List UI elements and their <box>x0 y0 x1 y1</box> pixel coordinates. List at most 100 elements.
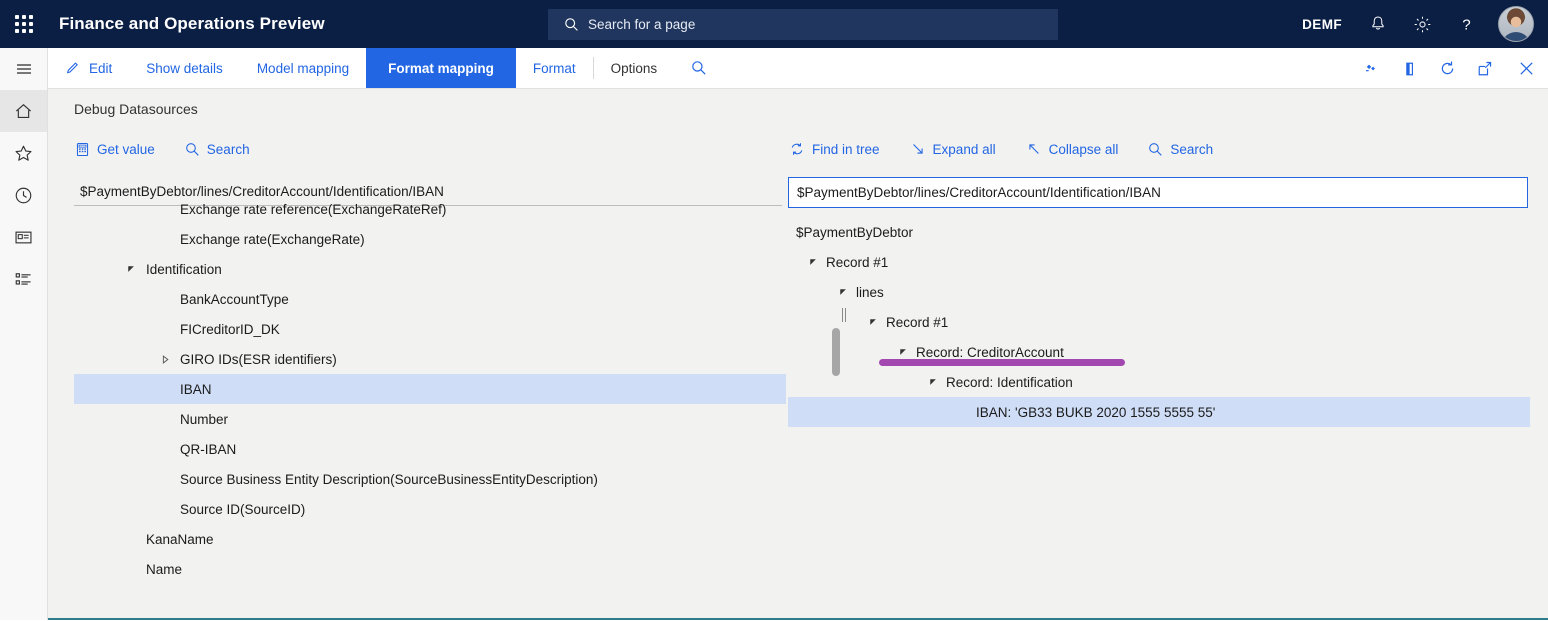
twisty-expanded-icon[interactable] <box>866 307 880 337</box>
sidebar-item-home[interactable] <box>0 90 47 132</box>
command-search-button[interactable] <box>674 48 724 88</box>
refresh-icon[interactable] <box>1428 48 1466 89</box>
datasources-search-button[interactable]: Search <box>185 142 250 157</box>
tree-node[interactable]: Source ID(SourceID) <box>74 494 786 524</box>
tree-node[interactable]: Record: Identification <box>788 367 1530 397</box>
search-icon <box>691 60 707 76</box>
debug-tree-search-button[interactable]: Search <box>1148 142 1213 157</box>
tree-node-label: Source ID(SourceID) <box>180 502 305 517</box>
open-in-office-icon[interactable] <box>1390 48 1428 89</box>
tree-node[interactable]: Source Business Entity Description(Sourc… <box>74 464 786 494</box>
sync-icon <box>789 141 805 157</box>
tree-node[interactable]: FICreditorID_DK <box>74 314 786 344</box>
tab-format[interactable]: Format <box>516 48 593 88</box>
format-mapping-label: Format mapping <box>388 61 494 76</box>
tree-node[interactable]: Exchange rate(ExchangeRate) <box>74 224 786 254</box>
debug-tree[interactable]: $PaymentByDebtor Record #1 lines Record #1 R… <box>788 217 1530 621</box>
tree-node-label: Record #1 <box>826 255 888 270</box>
sidebar-item-recent[interactable] <box>0 174 47 216</box>
tab-format-mapping[interactable]: Format mapping <box>366 48 516 88</box>
app-launcher-icon[interactable] <box>0 0 48 48</box>
twisty-expanded-icon[interactable] <box>836 277 850 307</box>
close-icon[interactable] <box>1504 48 1548 89</box>
sidebar-item-favorites[interactable] <box>0 132 47 174</box>
tab-model-mapping[interactable]: Model mapping <box>240 48 366 88</box>
user-avatar[interactable] <box>1498 6 1534 42</box>
debug-tree-pane: Find in tree Expand all <box>788 133 1536 620</box>
help-icon[interactable]: ? <box>1444 0 1488 48</box>
collapse-all-button[interactable]: Collapse all <box>1026 141 1119 157</box>
twisty-expanded-icon[interactable] <box>926 367 940 397</box>
edit-label: Edit <box>89 61 112 76</box>
tree-node-label: $PaymentByDebtor <box>796 225 913 240</box>
expand-all-button[interactable]: Expand all <box>910 141 996 157</box>
highlight-underline <box>879 359 1125 366</box>
pencil-icon <box>65 60 81 76</box>
search-icon <box>1148 142 1163 157</box>
tree-node-label: Number <box>180 412 228 427</box>
sidebar-item-navigation-menu[interactable] <box>0 48 47 90</box>
show-details-label: Show details <box>146 61 223 76</box>
format-label: Format <box>533 61 576 76</box>
tree-node-label: IBAN: 'GB33 BUKB 2020 1555 5555 55' <box>976 405 1215 420</box>
twisty-collapsed-icon[interactable] <box>158 344 172 374</box>
notifications-icon[interactable] <box>1356 0 1400 48</box>
options-button[interactable]: Options <box>594 48 675 88</box>
tree-node[interactable]: Name <box>74 554 786 584</box>
tree-node-label: IBAN <box>180 382 212 397</box>
get-value-label: Get value <box>97 142 155 157</box>
left-navigation-rail <box>0 48 48 620</box>
app-title: Finance and Operations Preview <box>59 14 325 34</box>
tree-node[interactable]: Record #1 <box>788 247 1530 277</box>
tree-node[interactable]: QR-IBAN <box>74 434 786 464</box>
list-icon <box>13 269 34 290</box>
sidebar-item-workspaces[interactable] <box>0 216 47 258</box>
datasources-toolbar: Get value Search <box>74 133 808 165</box>
sidebar-item-modules[interactable] <box>0 258 47 300</box>
tree-node[interactable]: Number <box>74 404 786 434</box>
show-details-button[interactable]: Show details <box>129 48 240 88</box>
personalize-icon[interactable] <box>1352 48 1390 89</box>
edit-button[interactable]: Edit <box>48 48 129 88</box>
twisty-expanded-icon[interactable] <box>806 247 820 277</box>
twisty-expanded-icon[interactable] <box>788 217 790 247</box>
tree-node-label: FICreditorID_DK <box>180 322 280 337</box>
datasources-tree[interactable]: Exchange rate reference(ExchangeRateRef)… <box>74 194 786 598</box>
tree-node-selected[interactable]: IBAN <box>74 374 786 404</box>
tree-node-label: lines <box>856 285 884 300</box>
get-value-button[interactable]: Get value <box>75 142 155 157</box>
open-in-new-window-icon[interactable] <box>1466 48 1504 89</box>
tree-node[interactable]: $PaymentByDebtor <box>788 217 1530 247</box>
tree-node-selected[interactable]: IBAN: 'GB33 BUKB 2020 1555 5555 55' <box>788 397 1530 427</box>
tree-node-label: Name <box>146 562 182 577</box>
tree-node[interactable]: BankAccountType <box>74 284 786 314</box>
command-bar: Edit Show details Model mapping Format m… <box>48 48 1548 89</box>
tree-node-label: Record: CreditorAccount <box>916 345 1064 360</box>
model-mapping-label: Model mapping <box>257 61 349 76</box>
datasources-pane: Get value Search $PaymentByDebtor/lines/… <box>74 133 808 620</box>
top-right-actions: DEMF ? <box>1288 0 1548 48</box>
search-icon <box>185 142 200 157</box>
tree-node[interactable]: GIRO IDs(ESR identifiers) <box>74 344 786 374</box>
clock-icon <box>13 185 34 206</box>
global-search-input[interactable]: Search for a page <box>548 9 1058 40</box>
settings-icon[interactable] <box>1400 0 1444 48</box>
debug-tree-toolbar: Find in tree Expand all <box>788 133 1536 165</box>
tree-node[interactable]: lines <box>788 277 1530 307</box>
twisty-expanded-icon[interactable] <box>124 254 138 284</box>
find-in-tree-button[interactable]: Find in tree <box>789 141 880 157</box>
page-title: Debug Datasources <box>74 101 198 117</box>
tree-node[interactable]: Identification <box>74 254 786 284</box>
tree-node-label: Exchange rate reference(ExchangeRateRef) <box>180 202 446 217</box>
page-content: Debug Datasources Get value <box>48 89 1548 620</box>
tree-node[interactable]: Record #1 <box>788 307 1530 337</box>
tree-node[interactable]: KanaName <box>74 524 786 554</box>
company-selector[interactable]: DEMF <box>1288 17 1356 32</box>
tree-node-label: Source Business Entity Description(Sourc… <box>180 472 598 487</box>
tree-node[interactable]: Exchange rate reference(ExchangeRateRef) <box>74 194 786 224</box>
tree-node-label: Record: Identification <box>946 375 1073 390</box>
datasources-search-label: Search <box>207 142 250 157</box>
star-icon <box>13 143 34 164</box>
command-bar-right-actions <box>1352 48 1548 89</box>
debug-tree-path-input[interactable]: $PaymentByDebtor/lines/CreditorAccount/I… <box>788 177 1528 208</box>
